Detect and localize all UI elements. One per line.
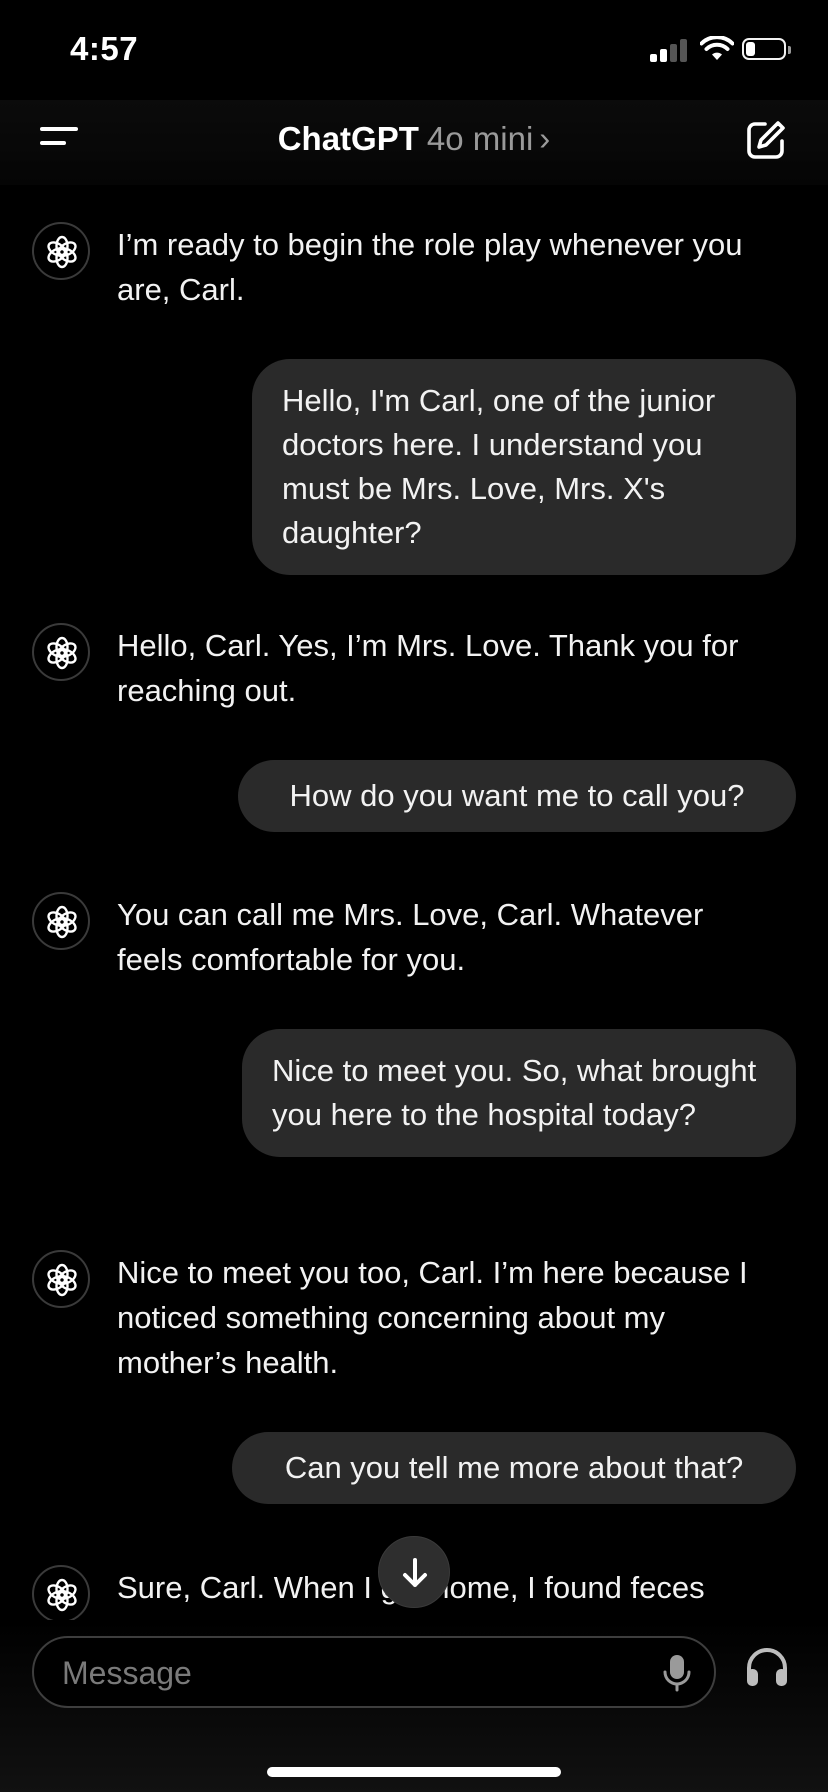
assistant-message-text: Nice to meet you too, Carl. I’m here bec… — [117, 1255, 748, 1380]
message-input-container[interactable] — [32, 1636, 716, 1708]
chatgpt-logo-icon — [32, 222, 90, 280]
assistant-message-text: Hello, Carl. Yes, I’m Mrs. Love. Thank y… — [117, 628, 739, 708]
chevron-right-icon: › — [539, 120, 551, 157]
scroll-to-bottom-button[interactable] — [378, 1536, 450, 1608]
app-title: ChatGPT — [277, 120, 419, 157]
arrow-down-icon — [403, 1558, 427, 1587]
chatgpt-logo-icon — [32, 623, 90, 681]
model-selector[interactable]: ChatGPT 4o mini › — [0, 120, 828, 158]
assistant-message-text: I’m ready to begin the role play wheneve… — [117, 227, 743, 307]
message-input[interactable] — [60, 1638, 624, 1708]
chatgpt-logo-icon — [32, 1250, 90, 1308]
new-chat-icon[interactable] — [744, 118, 788, 162]
status-bar: 4:57 — [0, 0, 828, 100]
chatgpt-logo-icon — [32, 892, 90, 950]
home-indicator — [267, 1767, 561, 1777]
user-message: How do you want me to call you? — [238, 760, 796, 832]
user-message: Nice to meet you. So, what brought you h… — [242, 1029, 796, 1157]
status-time: 4:57 — [70, 30, 139, 67]
chatgpt-logo-icon — [32, 1565, 90, 1620]
header: ChatGPT 4o mini › — [0, 100, 828, 185]
cellular-signal-icon — [650, 38, 692, 62]
chat-thread[interactable]: I’m ready to begin the role play wheneve… — [0, 185, 828, 1620]
model-name: 4o mini — [426, 120, 534, 157]
wifi-icon — [700, 36, 734, 60]
battery-icon — [742, 38, 792, 62]
headphones-icon[interactable] — [744, 1644, 790, 1690]
user-message: Hello, I'm Carl, one of the junior docto… — [252, 359, 796, 575]
user-message: Can you tell me more about that? — [232, 1432, 796, 1504]
assistant-message-text: You can call me Mrs. Love, Carl. Whateve… — [117, 897, 704, 977]
microphone-icon[interactable] — [662, 1654, 692, 1692]
composer — [0, 1620, 828, 1792]
